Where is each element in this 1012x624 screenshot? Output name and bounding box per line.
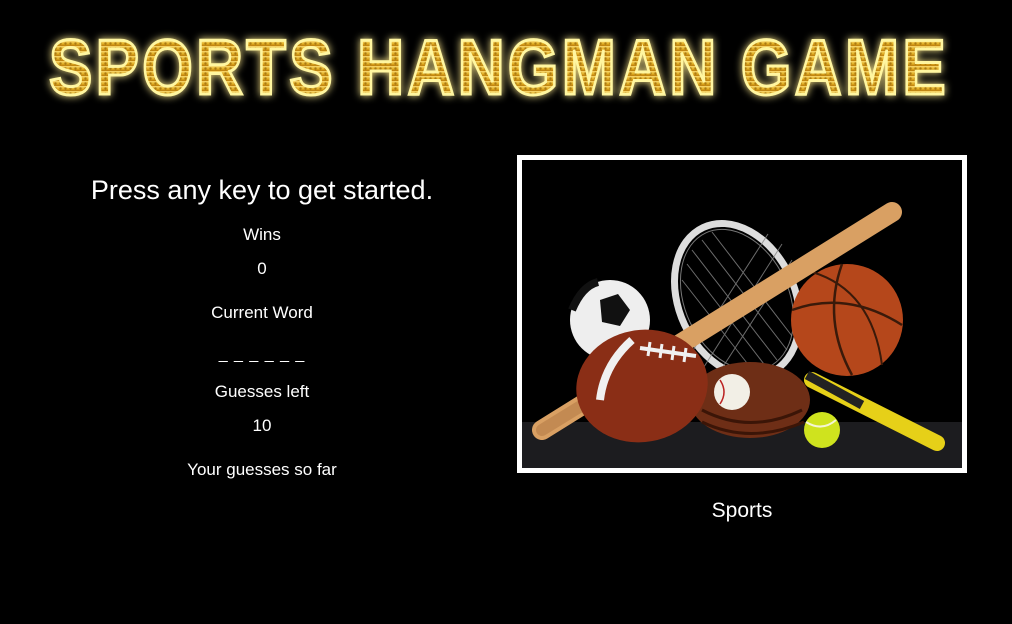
game-info-panel: Press any key to get started. Wins 0 Cur… bbox=[62, 170, 462, 500]
sports-equipment-image bbox=[522, 160, 962, 468]
hangman-page: SPORTS HANGMAN GAME Press any key to get… bbox=[0, 0, 1012, 624]
guessed-letters-list bbox=[62, 480, 462, 500]
guesses-left-label: Guesses left bbox=[214, 382, 310, 401]
start-prompt: Press any key to get started. bbox=[90, 175, 434, 205]
wins-count: 0 bbox=[257, 259, 267, 278]
title-banner: SPORTS HANGMAN GAME bbox=[38, 26, 960, 106]
wins-label: Wins bbox=[243, 225, 281, 244]
sports-image-frame bbox=[517, 155, 967, 473]
title-logo: SPORTS HANGMAN GAME bbox=[48, 26, 949, 106]
guessed-letters-label: Your guesses so far bbox=[187, 460, 337, 479]
guesses-left-count: 10 bbox=[252, 416, 272, 435]
image-caption: Sports bbox=[711, 499, 773, 522]
current-word-display: _ _ _ _ _ _ bbox=[218, 346, 306, 363]
current-word-label: Current Word bbox=[211, 303, 313, 322]
title-text: SPORTS HANGMAN GAME bbox=[49, 26, 949, 106]
